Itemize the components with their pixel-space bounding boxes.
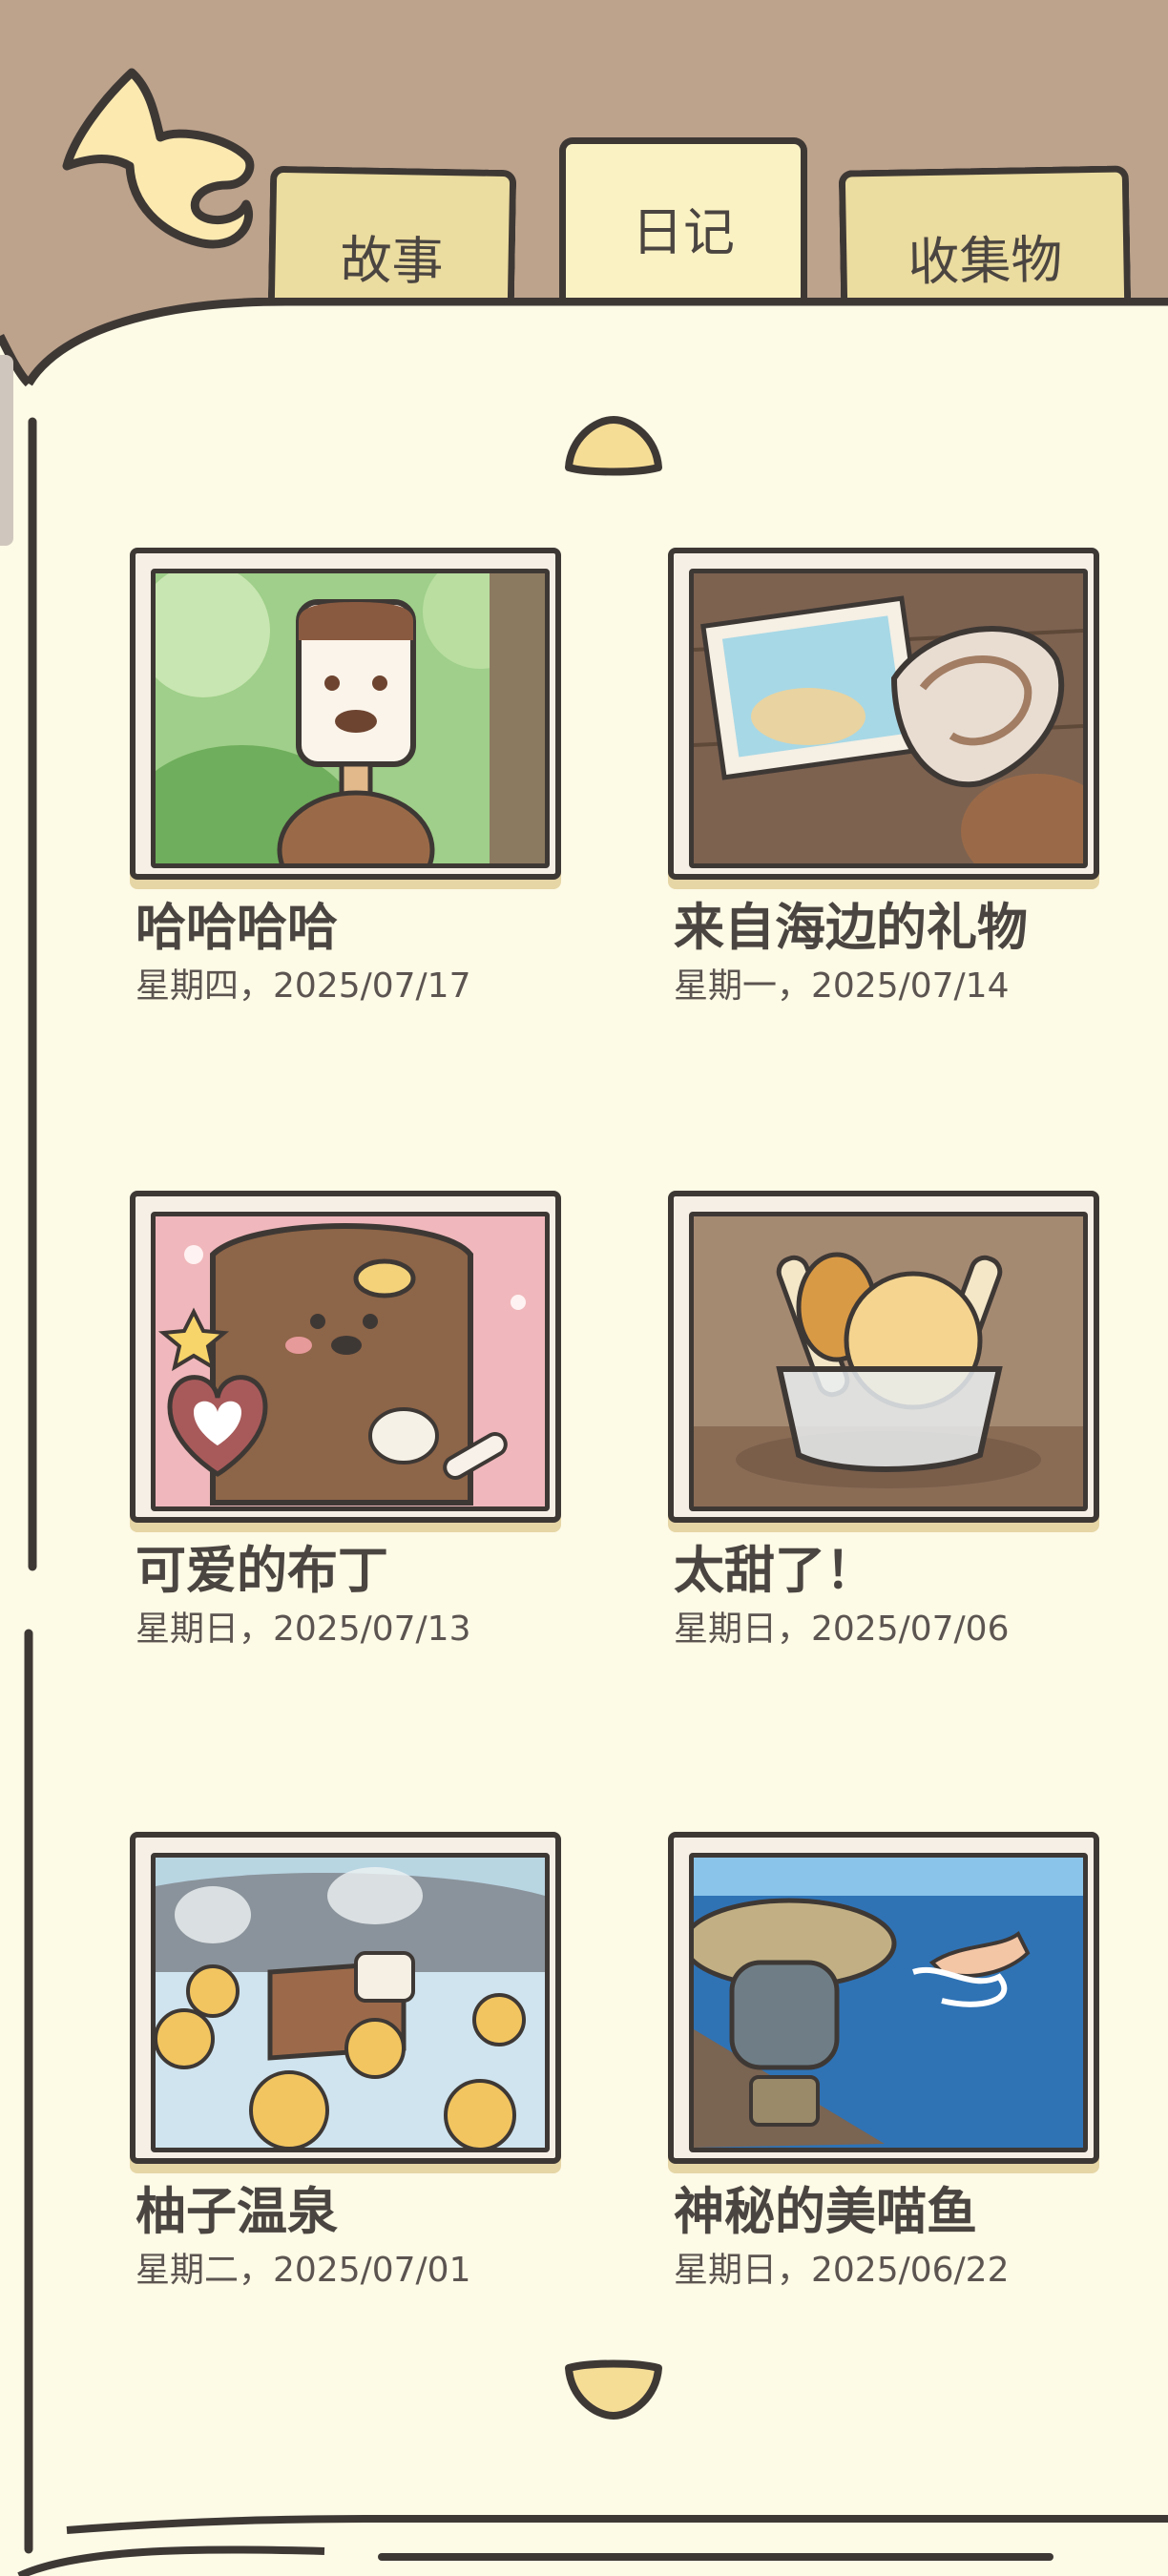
scroll-down-arrow-icon — [565, 2359, 662, 2420]
back-button[interactable] — [55, 61, 265, 252]
diary-entry-title: 太甜了！ — [674, 1542, 876, 1600]
diary-entry-title: 哈哈哈哈 — [136, 899, 338, 957]
back-arrow-icon — [62, 68, 255, 249]
diary-entry-title: 来自海边的礼物 — [674, 899, 1028, 957]
bear-pudding-picture — [151, 1212, 550, 1511]
popsicle-picture — [151, 569, 550, 868]
diary-photo — [130, 1832, 561, 2164]
diary-photo — [130, 1191, 561, 1523]
tab-diary-label: 日记 — [632, 202, 735, 262]
diary-entry-date: 星期日，2025/07/13 — [136, 1610, 471, 1649]
scroll-up-arrow-icon — [565, 416, 662, 476]
diary-entry-title: 神秘的美喵鱼 — [674, 2183, 977, 2241]
diary-entry-date: 星期日，2025/07/06 — [674, 1610, 1010, 1649]
diary-entry-date: 星期日，2025/06/22 — [674, 2251, 1010, 2290]
tab-collection-label: 收集物 — [907, 229, 1063, 293]
diary-entry-date: 星期二，2025/07/01 — [136, 2251, 471, 2290]
diary-photo — [130, 548, 561, 880]
scrollbar[interactable] — [0, 355, 13, 546]
diary-entry-date: 星期一，2025/07/14 — [674, 966, 1010, 1006]
diary-entry-date: 星期四，2025/07/17 — [136, 966, 471, 1006]
scroll-up-button[interactable] — [561, 410, 666, 479]
ice-cream-picture — [689, 1212, 1088, 1511]
mysterious-fish-picture — [689, 1853, 1088, 2152]
seashell-gift-picture — [689, 569, 1088, 868]
tab-story-label: 故事 — [340, 230, 445, 292]
yuzu-hot-spring-picture — [151, 1853, 550, 2152]
scroll-down-button[interactable] — [561, 2357, 666, 2425]
diary-photo — [668, 1832, 1099, 2164]
diary-entry-title: 可爱的布丁 — [136, 1542, 388, 1600]
tab-story[interactable]: 故事 — [267, 165, 517, 314]
diary-entry-title: 柚子温泉 — [136, 2183, 338, 2241]
diary-photo — [668, 548, 1099, 880]
tab-diary[interactable]: 日记 — [559, 137, 807, 311]
tab-collection[interactable]: 收集物 — [838, 165, 1132, 314]
diary-photo — [668, 1191, 1099, 1523]
